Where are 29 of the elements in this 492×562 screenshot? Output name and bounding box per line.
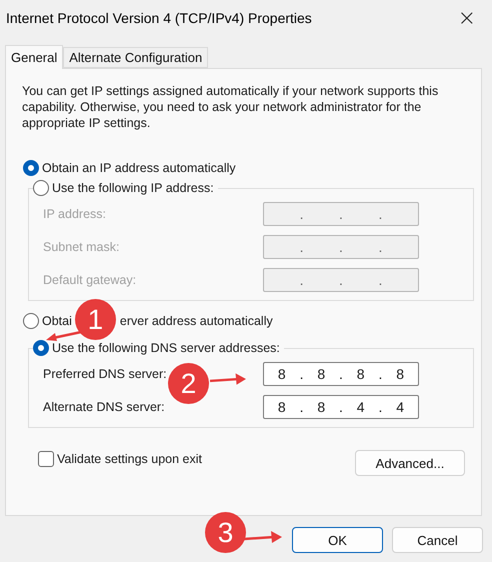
arrow-icon — [244, 530, 282, 546]
step-marker: 3 — [205, 512, 246, 553]
field-label: IP address: — [43, 207, 106, 221]
field-label: Preferred DNS server: — [43, 367, 167, 381]
checkbox[interactable] — [38, 451, 54, 467]
field-label: Alternate DNS server: — [43, 400, 165, 414]
step-marker: 1 — [74, 299, 116, 340]
close-button[interactable]: × — [454, 6, 480, 30]
tab[interactable]: Alternate Configuration — [63, 47, 208, 68]
ok-button[interactable]: OK — [292, 527, 383, 553]
field-label: Default gateway: — [43, 273, 136, 287]
window-title: Internet Protocol Version 4 (TCP/IPv4) Properties — [6, 10, 312, 26]
radio-label: erver address automatically — [120, 314, 273, 328]
radio-button[interactable] — [23, 160, 39, 176]
radio-button[interactable] — [33, 180, 49, 196]
radio-button[interactable] — [33, 340, 49, 356]
ip-address-field[interactable]: 8 . 8 . 8 . 8 — [263, 362, 419, 386]
radio-button[interactable] — [23, 313, 39, 329]
radio-label: Obtai — [42, 314, 72, 328]
advanced-button[interactable]: Advanced... — [355, 450, 465, 476]
ip-address-field[interactable]: 8 . 8 . 4 . 4 — [263, 395, 419, 419]
description-text: You can get IP settings assigned automatically if your network supports this capability. Otherwise, you need to ask your network administrator for the appropriate IP settings. — [22, 83, 440, 131]
radio-label: Use the following DNS server addresses: — [52, 341, 280, 355]
tab[interactable]: General — [5, 45, 64, 69]
cancel-button[interactable]: Cancel — [392, 527, 483, 553]
field-label: Subnet mask: — [43, 240, 120, 254]
radio-label: Obtain an IP address automatically — [42, 161, 236, 175]
radio-label: Use the following IP address: — [52, 181, 214, 195]
checkbox-label: Validate settings upon exit — [57, 452, 202, 466]
